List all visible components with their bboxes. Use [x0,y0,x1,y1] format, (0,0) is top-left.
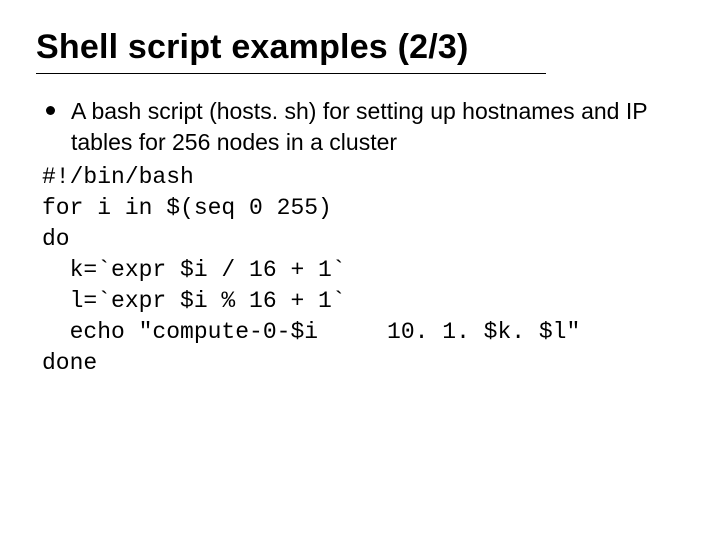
code-line: #!/bin/bash [42,164,194,190]
slide-title: Shell script examples (2/3) [36,28,684,67]
slide-body: A bash script (hosts. sh) for setting up… [42,96,684,379]
code-block: #!/bin/bash for i in $(seq 0 255) do k=`… [42,162,684,379]
bullet-text: A bash script (hosts. sh) for setting up… [71,96,684,158]
code-line: do [42,226,70,252]
code-line: k=`expr $i / 16 + 1` [42,257,346,283]
code-line: done [42,350,97,376]
code-line: echo "compute-0-$i 10. 1. $k. $l" [42,319,580,345]
bullet-icon [46,106,55,115]
bullet-item: A bash script (hosts. sh) for setting up… [42,96,684,158]
slide: Shell script examples (2/3) A bash scrip… [0,0,720,540]
code-line: for i in $(seq 0 255) [42,195,332,221]
title-underline [36,73,546,74]
code-line: l=`expr $i % 16 + 1` [42,288,346,314]
